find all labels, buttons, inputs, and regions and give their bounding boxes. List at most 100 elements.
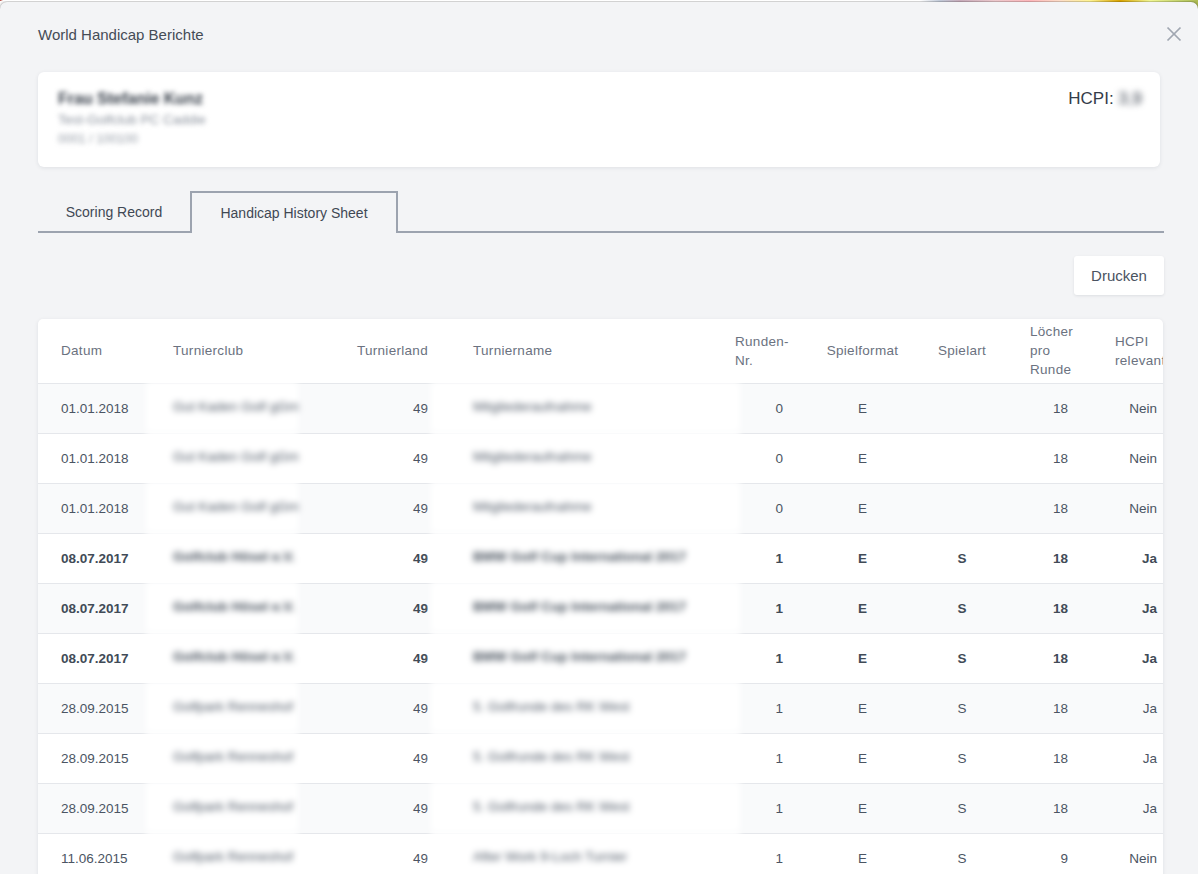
cell-turnierclub: Golfclub Hösel e.V. xyxy=(160,633,350,683)
cell-turniername: Mitgliederaufnahme xyxy=(436,433,735,483)
cell-spielart xyxy=(934,383,990,433)
cell-hcpi-relevant: Ja xyxy=(1076,533,1163,583)
cell-turniername: 5. Golfrunde des RK West xyxy=(436,733,735,783)
cell-turnierland: 49 xyxy=(350,583,436,633)
cell-spielformat: E xyxy=(791,633,934,683)
player-hcpi: HCPI: 3,9 xyxy=(1068,88,1142,110)
cell-turnierland: 49 xyxy=(350,633,436,683)
cell-spielart: S xyxy=(934,833,990,874)
desktop-background xyxy=(0,0,1198,1)
cell-spielart: S xyxy=(934,733,990,783)
player-card: Frau Stefanie Kunz Test-Golfclub PC Cadd… xyxy=(38,72,1160,167)
history-table: DatumTurnierclubTurnierlandTurniernameRu… xyxy=(38,319,1163,874)
cell-turnierclub: Golfpark Renneshof xyxy=(160,783,350,833)
cell-turniername: Mitgliederaufnahme xyxy=(436,483,735,533)
column-header-spielformat: Spielformat xyxy=(791,319,934,383)
cell-turnierland: 49 xyxy=(350,433,436,483)
cell-loecher-pro-runde: 18 xyxy=(990,433,1076,483)
cell-spielformat: E xyxy=(791,483,934,533)
table-row: 01.01.2018Gut Kaden Golf gGmbH49Mitglied… xyxy=(38,383,1163,433)
cell-datum: 11.06.2015 xyxy=(38,833,160,874)
drucken-button[interactable]: Drucken xyxy=(1074,256,1164,295)
column-header-turniername: Turniername xyxy=(436,319,735,383)
tab-handicap-history-sheet[interactable]: Handicap History Sheet xyxy=(190,191,398,233)
table-row: 28.09.2015Golfpark Renneshof495. Golfrun… xyxy=(38,783,1163,833)
cell-hcpi-relevant: Ja xyxy=(1076,583,1163,633)
cell-runden-nr: 0 xyxy=(735,383,791,433)
tab-bar: Scoring Record Handicap History Sheet xyxy=(38,191,1164,233)
cell-turnierland: 49 xyxy=(350,533,436,583)
cell-runden-nr: 0 xyxy=(735,433,791,483)
cell-turnierclub: Gut Kaden Golf gGmbH xyxy=(160,433,350,483)
column-header-hcpi-relevant: HCPI relevant xyxy=(1076,319,1163,383)
cell-turnierclub: Golfpark Renneshof xyxy=(160,683,350,733)
cell-runden-nr: 0 xyxy=(735,483,791,533)
player-club: Test-Golfclub PC Caddie xyxy=(58,110,1160,130)
cell-spielformat: E xyxy=(791,783,934,833)
cell-turnierland: 49 xyxy=(350,483,436,533)
column-header-datum: Datum xyxy=(38,319,160,383)
column-header-loecher-pro-runde: Löcher pro Runde xyxy=(990,319,1076,383)
tab-scoring-record[interactable]: Scoring Record xyxy=(38,192,190,231)
cell-runden-nr: 1 xyxy=(735,833,791,874)
hcpi-label: HCPI: xyxy=(1068,89,1113,108)
cell-turniername: After Work 9-Loch Turnier xyxy=(436,833,735,874)
column-header-turnierland: Turnierland xyxy=(350,319,436,383)
cell-datum: 08.07.2017 xyxy=(38,533,160,583)
cell-turnierland: 49 xyxy=(350,383,436,433)
cell-spielart: S xyxy=(934,633,990,683)
cell-runden-nr: 1 xyxy=(735,533,791,583)
cell-spielart xyxy=(934,433,990,483)
cell-loecher-pro-runde: 18 xyxy=(990,733,1076,783)
cell-spielformat: E xyxy=(791,733,934,783)
cell-spielart: S xyxy=(934,683,990,733)
cell-spielart xyxy=(934,483,990,533)
cell-datum: 01.01.2018 xyxy=(38,483,160,533)
cell-hcpi-relevant: Nein xyxy=(1076,483,1163,533)
cell-loecher-pro-runde: 18 xyxy=(990,683,1076,733)
table-row: 08.07.2017Golfclub Hösel e.V.49BMW Golf … xyxy=(38,633,1163,683)
column-header-spielart: Spielart xyxy=(934,319,990,383)
column-header-turnierclub: Turnierclub xyxy=(160,319,350,383)
cell-loecher-pro-runde: 18 xyxy=(990,533,1076,583)
toolbar: Drucken xyxy=(0,256,1164,295)
cell-loecher-pro-runde: 18 xyxy=(990,583,1076,633)
cell-hcpi-relevant: Ja xyxy=(1076,733,1163,783)
cell-turnierland: 49 xyxy=(350,683,436,733)
cell-spielart: S xyxy=(934,583,990,633)
table-row: 28.09.2015Golfpark Renneshof495. Golfrun… xyxy=(38,733,1163,783)
cell-hcpi-relevant: Nein xyxy=(1076,383,1163,433)
cell-runden-nr: 1 xyxy=(735,633,791,683)
cell-datum: 28.09.2015 xyxy=(38,683,160,733)
cell-loecher-pro-runde: 9 xyxy=(990,833,1076,874)
cell-turniername: Mitgliederaufnahme xyxy=(436,383,735,433)
cell-turnierclub: Gut Kaden Golf gGmbH xyxy=(160,383,350,433)
modal-world-handicap-berichte: World Handicap Berichte Frau Stefanie Ku… xyxy=(0,2,1198,874)
cell-turnierland: 49 xyxy=(350,783,436,833)
cell-spielformat: E xyxy=(791,833,934,874)
close-icon[interactable] xyxy=(1166,26,1182,42)
cell-spielformat: E xyxy=(791,583,934,633)
cell-loecher-pro-runde: 18 xyxy=(990,383,1076,433)
cell-datum: 08.07.2017 xyxy=(38,633,160,683)
cell-runden-nr: 1 xyxy=(735,733,791,783)
cell-hcpi-relevant: Ja xyxy=(1076,683,1163,733)
cell-datum: 01.01.2018 xyxy=(38,383,160,433)
player-member-id: 0001 / 100100 xyxy=(58,130,1160,148)
cell-spielformat: E xyxy=(791,683,934,733)
cell-hcpi-relevant: Nein xyxy=(1076,433,1163,483)
cell-spielformat: E xyxy=(791,383,934,433)
cell-loecher-pro-runde: 18 xyxy=(990,783,1076,833)
player-name: Frau Stefanie Kunz xyxy=(58,88,1160,110)
cell-turniername: BMW Golf Cup International 2017 xyxy=(436,633,735,683)
table-row: 28.09.2015Golfpark Renneshof495. Golfrun… xyxy=(38,683,1163,733)
cell-spielformat: E xyxy=(791,433,934,483)
table-row: 11.06.2015Golfpark Renneshof49After Work… xyxy=(38,833,1163,874)
modal-title: World Handicap Berichte xyxy=(0,2,1198,46)
cell-turnierland: 49 xyxy=(350,833,436,874)
cell-turnierclub: Golfclub Hösel e.V. xyxy=(160,583,350,633)
cell-turniername: 5. Golfrunde des RK West xyxy=(436,683,735,733)
cell-runden-nr: 1 xyxy=(735,583,791,633)
cell-datum: 28.09.2015 xyxy=(38,733,160,783)
cell-hcpi-relevant: Ja xyxy=(1076,633,1163,683)
